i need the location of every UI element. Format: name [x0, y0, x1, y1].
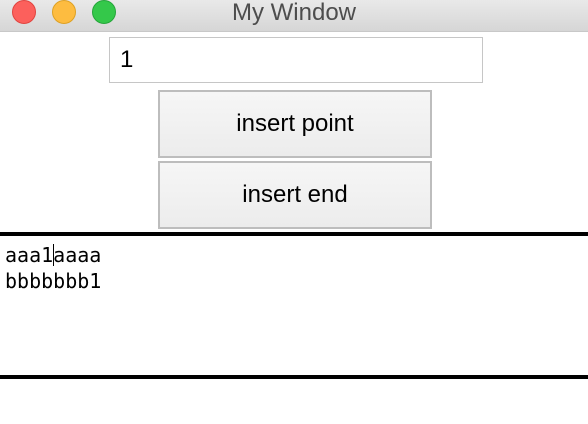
text-before-cursor: aaa1: [5, 243, 54, 267]
text-area[interactable]: aaa1aaaa bbbbbbb1: [0, 232, 588, 379]
app-window: My Window 1 insert point insert end aaa1…: [0, 0, 588, 424]
title-bar: My Window: [0, 0, 588, 32]
window-title: My Window: [231, 0, 357, 26]
text-line-2: bbbbbbb1: [5, 269, 102, 293]
text-line-1: aaa1aaaa: [5, 242, 583, 268]
text-after-cursor: aaaa: [53, 243, 102, 267]
insert-point-button[interactable]: insert point: [158, 90, 432, 158]
text-entry-field[interactable]: 1: [109, 37, 483, 83]
insert-end-button[interactable]: insert end: [158, 161, 432, 229]
